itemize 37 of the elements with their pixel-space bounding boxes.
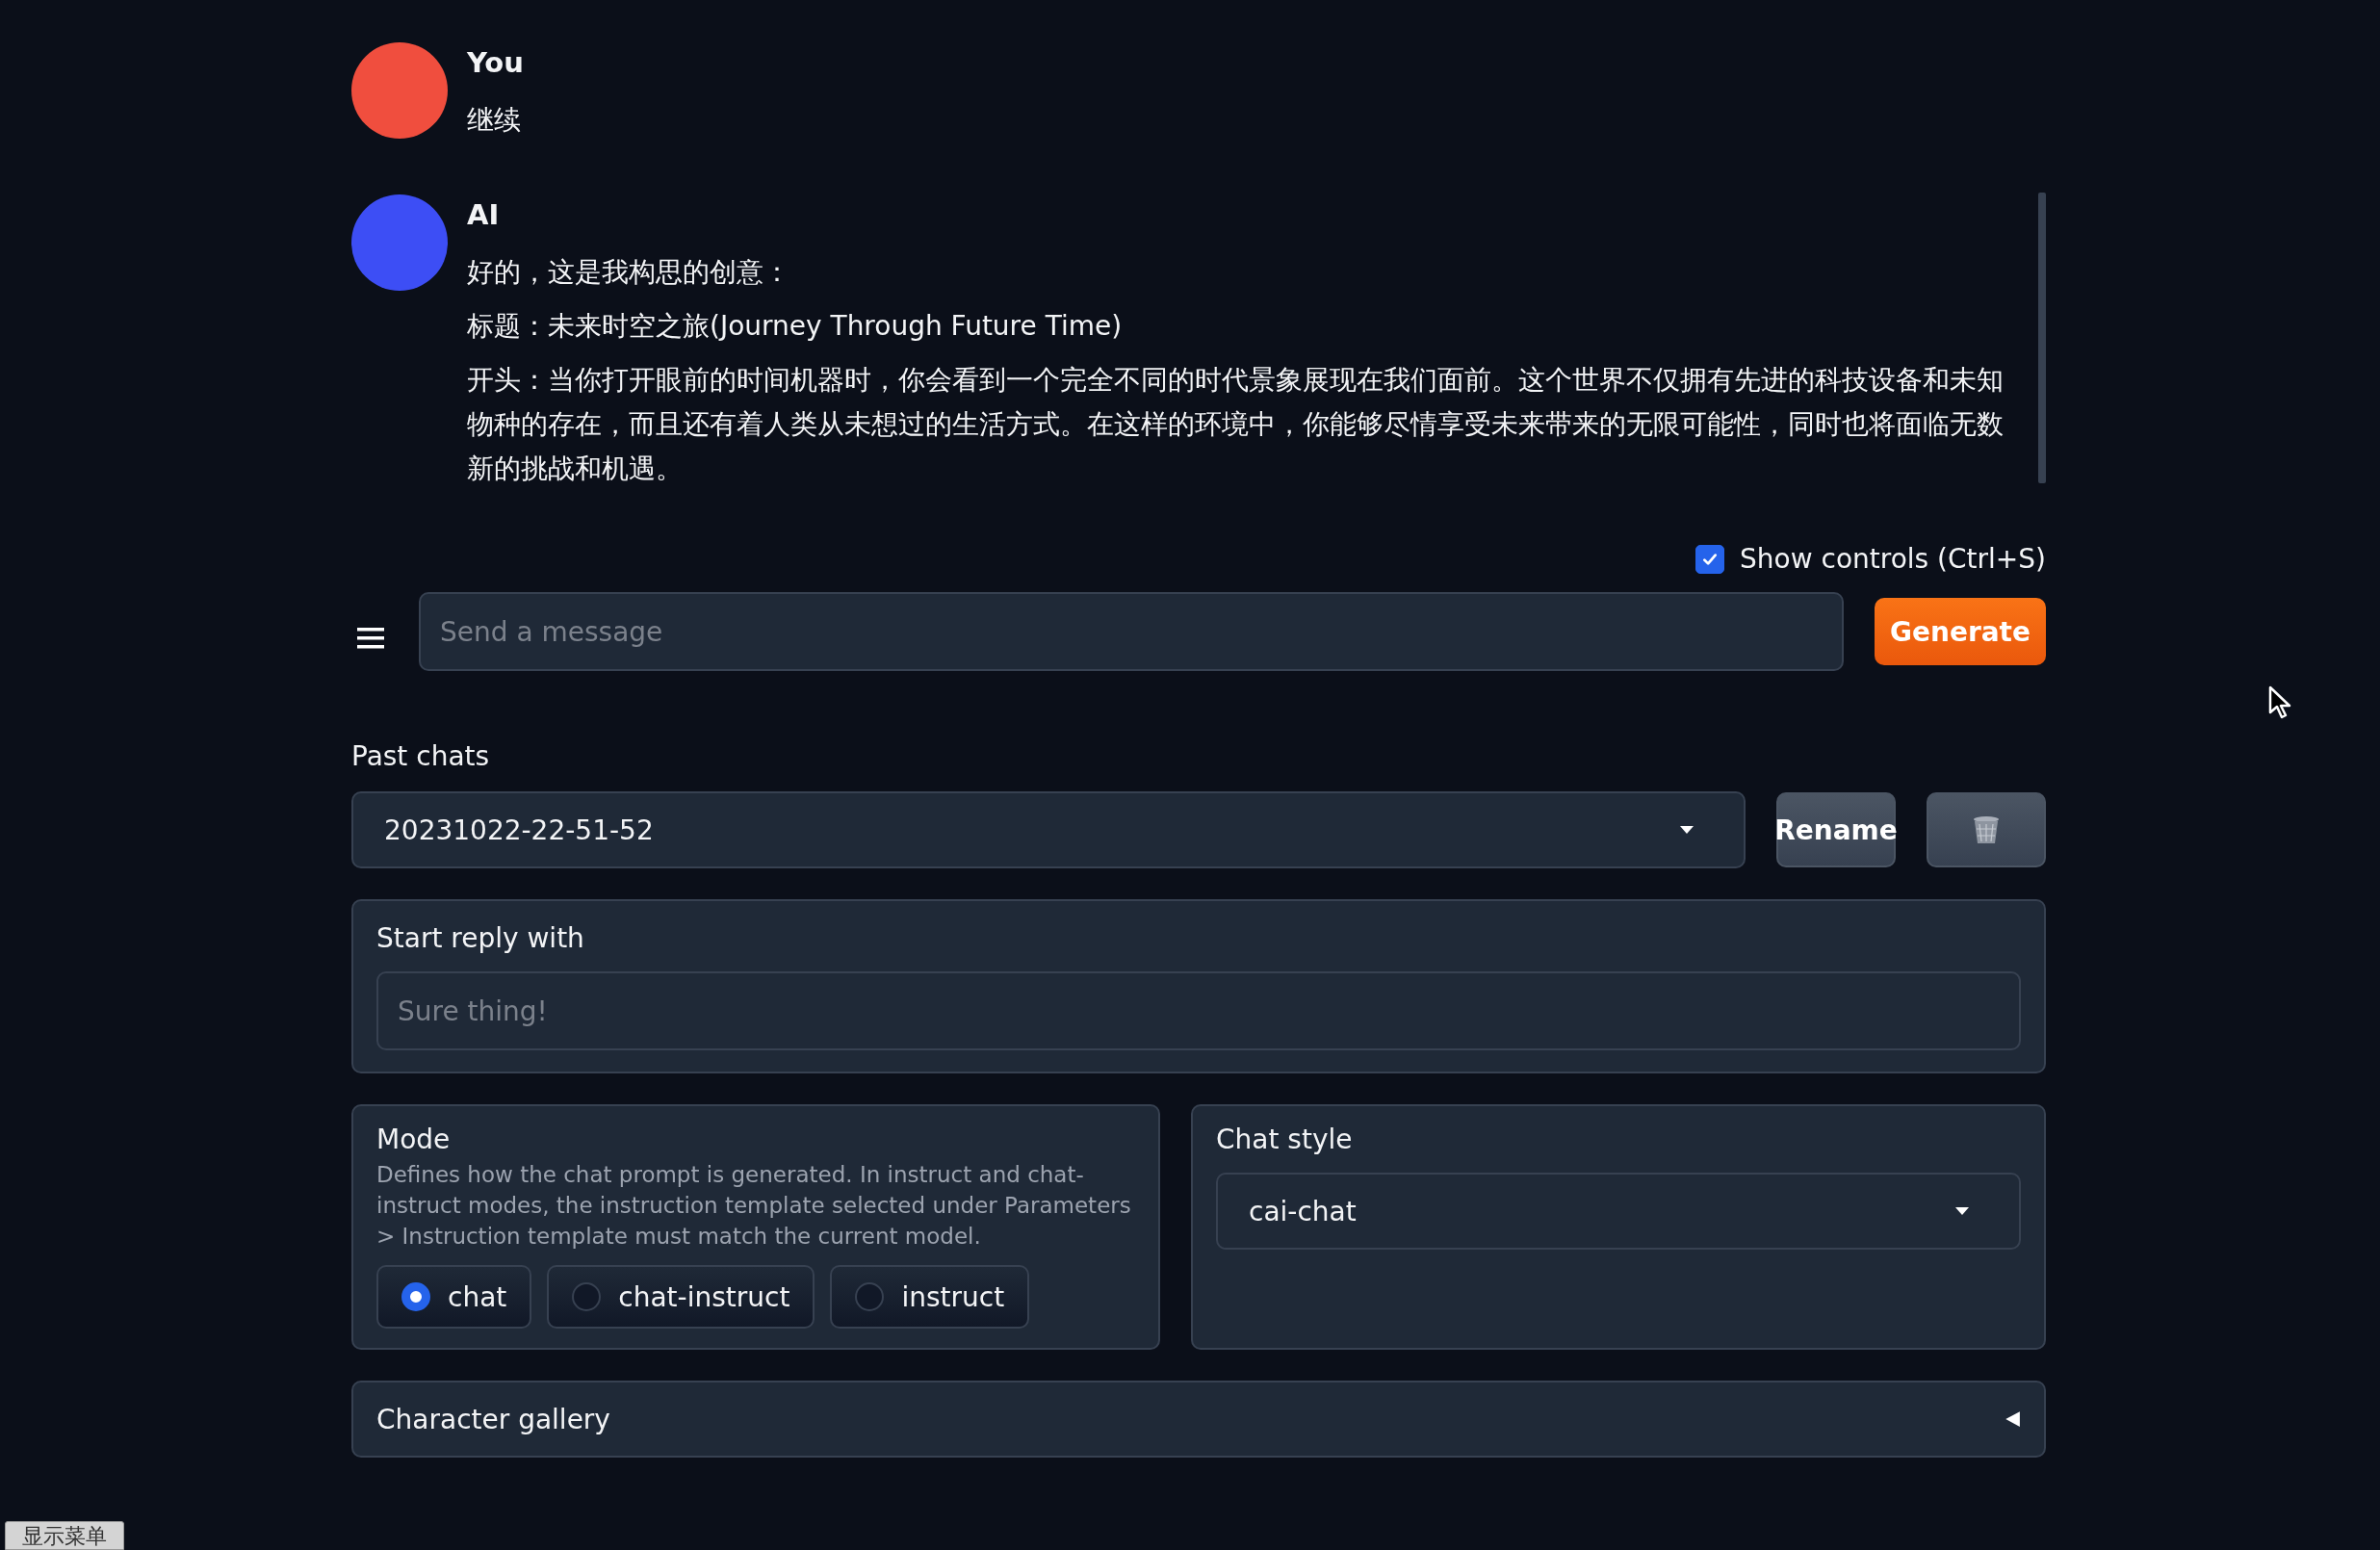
message-text: 好的，这是我构思的创意： [467, 255, 791, 290]
message-text: 标题：未来时空之旅(Journey Through Future Time) [467, 309, 1124, 344]
message-input[interactable]: Send a message [419, 592, 1844, 671]
message-text: 继续 [467, 103, 522, 138]
character-gallery-accordion[interactable]: Character gallery [351, 1381, 2046, 1458]
checkbox-label: Show controls (Ctrl+S) [1740, 543, 2046, 575]
caret-icon [1680, 826, 1694, 834]
caret-icon [1955, 1207, 1969, 1215]
message-text: 开头：当你打开眼前的时间机器时，你会看到一个完全不同的时代景象展现在我们面前。这个世界不仅拥有先进的科技设备和未知物种的存在，而且还有着人类从未想过的生活方式。在这样的环境中，你能够尽情享受未来带来的无限可能性，同时也将面临无数新的挑战和机遇。 [467, 363, 2005, 486]
scrollbar[interactable] [2038, 193, 2046, 483]
rename-button[interactable]: Rename [1776, 792, 1896, 867]
menu-icon[interactable] [357, 627, 384, 650]
delete-button[interactable] [1927, 792, 2046, 867]
radio-label: chat-instruct [618, 1280, 790, 1313]
mouse-pointer-icon [2268, 685, 2291, 720]
field-label: Start reply with [376, 922, 585, 954]
mode-description: Defines how the chat prompt is generated. In instruct and chat-instruct modes, the instruction template selected under Parameters > Instruction template must match the current model. [376, 1161, 1132, 1251]
radio-label: chat [448, 1280, 507, 1313]
radio-label: instruct [901, 1280, 1005, 1313]
field-label: Mode [376, 1124, 452, 1155]
author-name: You [467, 46, 524, 79]
chat-style-dropdown[interactable]: cai-chat [1216, 1173, 2021, 1250]
author-name: AI [467, 198, 501, 231]
chat-dropdown[interactable]: 20231022-22-51-52 [351, 791, 1746, 868]
show-menu-button[interactable]: 显示菜单 [5, 1521, 124, 1550]
mode-option[interactable]: instruct [830, 1265, 1030, 1329]
field-label: Past chats [351, 740, 491, 772]
trash-can-icon [1972, 814, 2001, 845]
mode-option[interactable]: chat [376, 1265, 532, 1329]
accordion-title: Character gallery [376, 1403, 610, 1435]
checkbox[interactable] [1695, 544, 1725, 574]
radio-button[interactable] [401, 1282, 430, 1311]
mode-option[interactable]: chat-instruct [547, 1265, 815, 1329]
field-label: Chat style [1216, 1124, 1354, 1155]
radio-button[interactable] [572, 1282, 602, 1311]
start-reply-input[interactable]: Sure thing! [376, 971, 2021, 1050]
radio-button[interactable] [855, 1282, 885, 1311]
